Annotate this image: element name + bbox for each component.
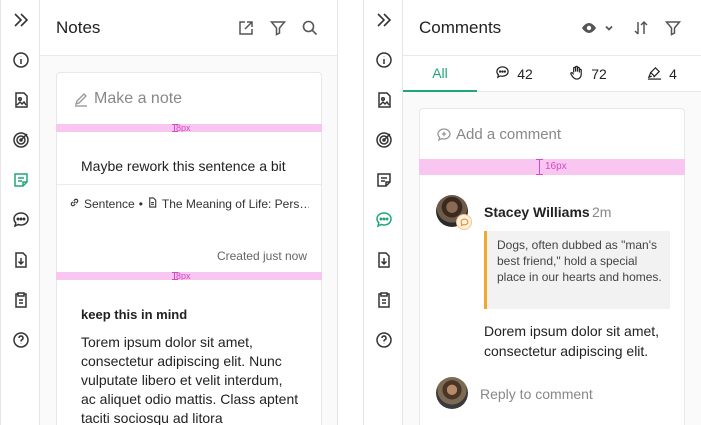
highlighter-icon [647, 65, 662, 83]
left-icon-rail [0, 0, 40, 425]
meta-separator: • [138, 197, 143, 211]
note-meta: Sentence • The Meaning of Life: Pers… [69, 197, 309, 211]
note-body: Torem ipsum dolor sit amet, consectetur … [81, 334, 299, 425]
make-note-input[interactable]: Make a note [56, 72, 322, 125]
divider [57, 184, 321, 185]
help-icon[interactable] [364, 326, 403, 354]
info-icon[interactable] [1, 46, 40, 74]
notes-panel: Notes Make a note 8px Maybe rework this … [40, 0, 338, 425]
image-icon[interactable] [1, 86, 40, 114]
chevron-down-icon[interactable] [599, 18, 619, 38]
right-icon-rail [363, 0, 403, 425]
tab-hands[interactable]: 72 [551, 56, 625, 92]
pencil-icon [73, 91, 89, 112]
sort-icon[interactable] [631, 18, 651, 38]
filter-icon[interactable] [663, 18, 683, 38]
document-icon [147, 197, 158, 211]
tab-highlights[interactable]: 4 [625, 56, 699, 92]
info-icon[interactable] [364, 46, 403, 74]
comment-tabs: All 42 72 4 [403, 56, 701, 92]
tab-count: 42 [517, 66, 533, 82]
download-icon[interactable] [364, 246, 403, 274]
note-card[interactable]: Maybe rework this sentence a bit Sentenc… [56, 132, 322, 272]
spacing-indicator: 8px [56, 271, 322, 281]
hand-icon [569, 65, 584, 83]
comment-author[interactable]: Stacey Williams [484, 204, 590, 220]
comment-quote[interactable]: Dogs, often dubbed as "man's best friend… [484, 231, 670, 309]
comments-panel: Comments All 42 72 4 Add a comment 16px … [403, 0, 701, 425]
add-comment-icon [436, 127, 452, 148]
avatar [436, 377, 468, 409]
app-root: Notes Make a note 8px Maybe rework this … [0, 0, 701, 425]
comment-icon [495, 65, 510, 83]
target-icon[interactable] [1, 126, 40, 154]
add-comment-input[interactable]: Add a comment [419, 108, 685, 159]
comment-text: Dorem ipsum dolor sit amet, consectetur … [484, 323, 660, 359]
notes-icon[interactable] [1, 166, 40, 194]
notes-icon[interactable] [364, 166, 403, 194]
note-card[interactable]: keep this in mind Torem ipsum dolor sit … [56, 280, 322, 425]
comments-icon[interactable] [1, 206, 40, 234]
notes-header: Notes [40, 0, 337, 56]
note-link-label[interactable]: Sentence [84, 197, 135, 211]
note-created-time: Created just now [216, 249, 307, 263]
tab-count: 72 [591, 66, 607, 82]
comment-card: Stacey Williams 2m Dogs, often dubbed as… [419, 175, 685, 425]
filter-icon[interactable] [268, 18, 288, 38]
spacing-indicator: 16px [419, 159, 685, 175]
note-title: keep this in mind [81, 307, 188, 322]
comments-icon[interactable] [364, 206, 403, 234]
clipboard-icon[interactable] [364, 286, 403, 314]
tab-count: 4 [669, 66, 677, 82]
tab-all[interactable]: All [403, 56, 477, 92]
reply-input[interactable]: Reply to comment [480, 386, 593, 402]
spacing-indicator: 8px [56, 123, 322, 133]
help-icon[interactable] [1, 326, 40, 354]
comments-title: Comments [419, 18, 502, 37]
spacing-label: 16px [545, 161, 567, 172]
notes-title: Notes [56, 18, 101, 37]
expand-icon[interactable] [1, 6, 40, 34]
target-icon[interactable] [364, 126, 403, 154]
tab-comments[interactable]: 42 [477, 56, 551, 92]
comment-badge-icon [456, 214, 472, 230]
clipboard-icon[interactable] [1, 286, 40, 314]
tab-label: All [432, 65, 448, 81]
make-note-placeholder: Make a note [94, 90, 183, 107]
search-icon[interactable] [300, 18, 320, 38]
export-icon[interactable] [236, 18, 256, 38]
comment-time: 2m [592, 204, 612, 220]
link-icon [69, 197, 80, 211]
expand-icon[interactable] [364, 6, 403, 34]
add-comment-placeholder: Add a comment [456, 126, 562, 143]
image-icon[interactable] [364, 86, 403, 114]
comments-header: Comments [403, 0, 701, 56]
download-icon[interactable] [1, 246, 40, 274]
note-body: Maybe rework this sentence a bit [81, 158, 286, 174]
panel-gap [338, 0, 363, 425]
eye-icon[interactable] [579, 18, 599, 38]
note-document-label[interactable]: The Meaning of Life: Pers… [162, 197, 309, 211]
